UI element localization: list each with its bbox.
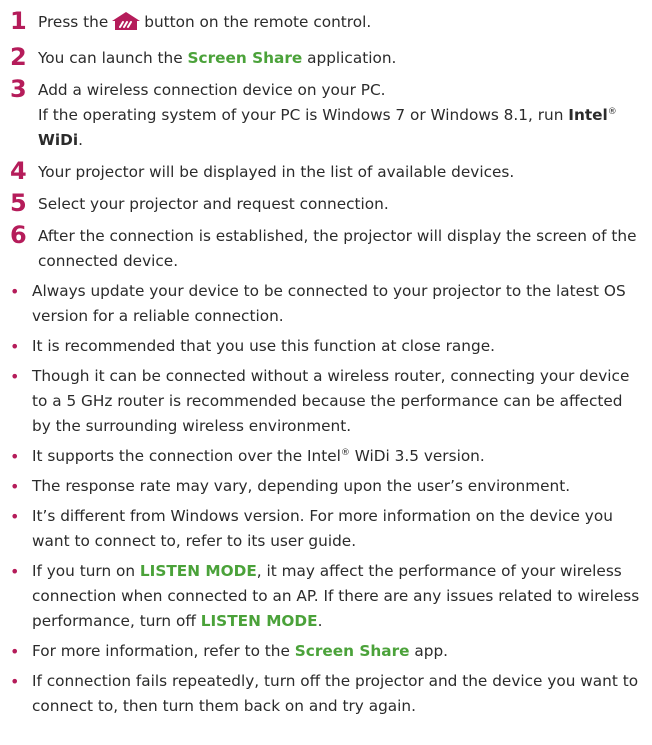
note-text-before: For more information, refer to the [32,642,295,660]
step-text-after: . [78,131,83,149]
note-text: For more information, refer to the Scree… [32,639,448,664]
step-text: Add a wireless connection device on your… [38,76,617,153]
step-text-after: application. [302,49,397,67]
widi-label: WiDi [38,131,79,149]
bullet-icon: • [10,507,20,526]
step-2: 2 You can launch the Screen Share applic… [8,44,642,71]
note-text-before: It supports the connection over the Inte… [32,447,341,465]
listen-mode-label: LISTEN MODE [200,612,318,630]
note-3: • Though it can be connected without a w… [8,364,642,439]
registered-mark: ® [340,448,350,458]
step-1: 1 Press the button on the remote control. [8,8,642,39]
note-2: • It is recommended that you use this fu… [8,334,642,359]
note-text: If you turn on LISTEN MODE, it may affec… [32,559,642,634]
step-number: 5 [10,189,27,217]
note-4: • It supports the connection over the In… [8,444,642,469]
notes-list: • Always update your device to be connec… [8,279,642,719]
note-text: The response rate may vary, depending up… [32,477,571,495]
note-6: • It’s different from Windows version. F… [8,504,642,554]
step-text-before: Press the [38,13,109,31]
step-6: 6 After the connection is established, t… [8,222,642,274]
step-line-1: Add a wireless connection device on your… [38,81,386,99]
step-text: You can launch the Screen Share applicat… [38,44,396,71]
step-number: 1 [10,7,27,35]
steps-list: 1 Press the button on the remote control.… [8,8,642,274]
bullet-icon: • [10,447,20,466]
step-3: 3 Add a wireless connection device on yo… [8,76,642,153]
note-text-after: app. [409,642,449,660]
note-text: Though it can be connected without a wir… [32,367,630,435]
step-line-2: If the operating system of your PC is Wi… [38,106,569,124]
intel-label: Intel [568,106,608,124]
note-text: It is recommended that you use this func… [32,337,495,355]
note-text: It supports the connection over the Inte… [32,444,485,469]
bullet-icon: • [10,367,20,386]
step-number: 3 [10,75,27,103]
step-text-before: You can launch the [38,49,188,67]
note-text: If connection fails repeatedly, turn off… [32,672,639,715]
note-text: Always update your device to be connecte… [32,282,626,325]
note-text-after: WiDi 3.5 version. [349,447,485,465]
bullet-icon: • [10,562,20,581]
step-4: 4 Your projector will be displayed in th… [8,158,642,185]
note-text-before: If you turn on [32,562,140,580]
screen-share-label: Screen Share [294,642,410,660]
bullet-icon: • [10,642,20,661]
note-text: It’s different from Windows version. For… [32,507,613,550]
step-text: Press the button on the remote control. [38,8,371,39]
screen-share-label: Screen Share [187,49,303,67]
step-number: 2 [10,43,27,71]
note-1: • Always update your device to be connec… [8,279,642,329]
bullet-icon: • [10,282,20,301]
step-text: Your projector will be displayed in the … [38,163,515,181]
step-text: After the connection is established, the… [38,227,637,270]
note-8: • For more information, refer to the Scr… [8,639,642,664]
bullet-icon: • [10,672,20,691]
instructions-page: 1 Press the button on the remote control.… [0,0,652,745]
step-text-after: button on the remote control. [144,13,372,31]
bullet-icon: • [10,337,20,356]
bullet-icon: • [10,477,20,496]
step-number: 4 [10,157,27,185]
home-icon [111,11,141,39]
note-7: • If you turn on LISTEN MODE, it may aff… [8,559,642,634]
listen-mode-label: LISTEN MODE [139,562,257,580]
step-number: 6 [10,221,27,249]
step-5: 5 Select your projector and request conn… [8,190,642,217]
step-text: Select your projector and request connec… [38,195,389,213]
note-text-after: . [317,612,323,630]
note-9: • If connection fails repeatedly, turn o… [8,669,642,719]
note-5: • The response rate may vary, depending … [8,474,642,499]
registered-mark: ® [607,107,617,117]
